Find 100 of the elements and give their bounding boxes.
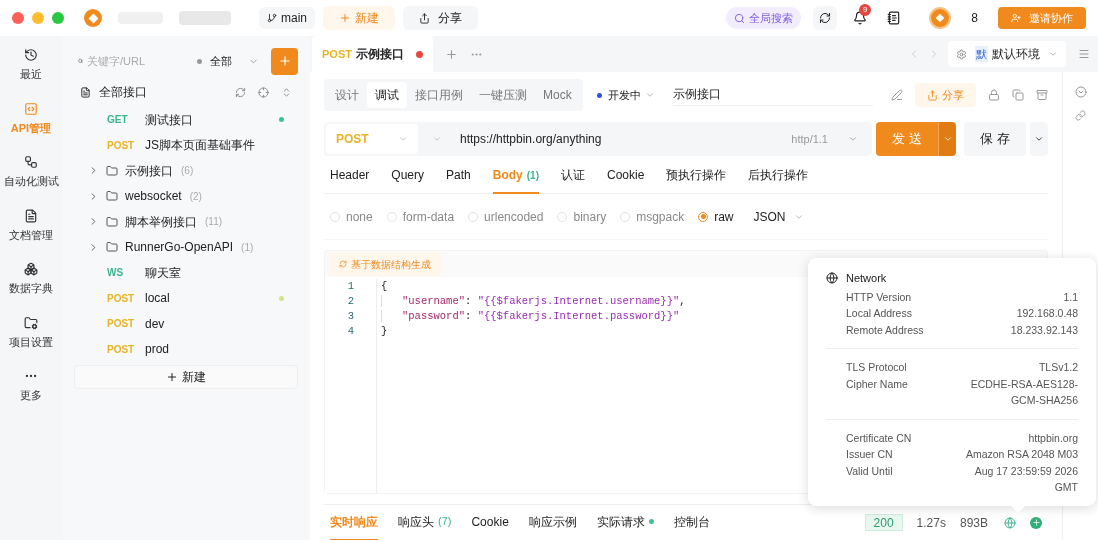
response-time: 1.27s xyxy=(916,514,946,532)
info-value: TLSv1.2 xyxy=(1038,360,1078,375)
folder-item[interactable]: 脚本举例接口 (11) xyxy=(74,209,298,235)
nav-item[interactable]: 项目设置 xyxy=(9,315,53,350)
globe-icon[interactable] xyxy=(1004,516,1016,529)
folder-icon xyxy=(106,164,118,177)
branch-button[interactable]: main xyxy=(259,7,315,29)
send-options-button[interactable] xyxy=(938,122,956,156)
search-input[interactable]: 关键字/URL xyxy=(87,52,177,70)
mode-tab[interactable]: 接口用例 xyxy=(407,82,471,108)
code-line: } xyxy=(381,324,389,339)
mode-tab[interactable]: Mock xyxy=(535,82,580,108)
request-tab[interactable]: POST 示例接口 xyxy=(312,36,433,72)
boxes-icon xyxy=(24,262,38,276)
info-value: 18.233.92.143 xyxy=(1010,322,1078,338)
menu-icon[interactable] xyxy=(1078,48,1090,60)
environment-dropdown[interactable]: 默 默认环境 xyxy=(948,41,1066,67)
info-label: TLS Protocol xyxy=(846,360,907,375)
refresh-icon xyxy=(339,260,347,268)
archive-icon[interactable] xyxy=(1036,89,1048,101)
param-tab[interactable]: Path xyxy=(446,157,471,194)
response-tab[interactable]: 响应头 (7) xyxy=(398,504,452,540)
folder-item[interactable]: 示例接口 (6) xyxy=(74,158,298,184)
minimize-window-button[interactable] xyxy=(32,12,44,24)
mode-tab[interactable]: 调试 xyxy=(367,82,407,108)
branch-icon xyxy=(267,13,277,23)
nav-item[interactable]: 最近 xyxy=(20,48,42,83)
document-icon xyxy=(24,208,38,223)
chevron-icon xyxy=(848,134,858,144)
param-tab[interactable]: Header xyxy=(330,157,370,194)
locate-icon[interactable] xyxy=(258,86,269,98)
popover-title: Network xyxy=(846,271,887,286)
nav-item[interactable]: 更多 xyxy=(20,369,42,404)
folder-item[interactable]: RunnerGo-OpenAPI (1) xyxy=(74,234,298,260)
lock-icon[interactable] xyxy=(988,89,1000,101)
all-interfaces-item[interactable]: 全部接口 xyxy=(80,83,147,101)
url-field[interactable]: https://httpbin.org/anything xyxy=(460,130,792,148)
response-tab[interactable]: 控制台 xyxy=(673,504,710,540)
mode-tab[interactable]: 一键压测 xyxy=(471,82,535,108)
sync-button[interactable] xyxy=(813,6,838,30)
param-tab[interactable]: 预执行操作 xyxy=(666,157,727,194)
request-item[interactable]: WS 聊天室 xyxy=(107,263,181,282)
notes-icon[interactable] xyxy=(887,11,902,25)
info-value: 192.168.0.48 xyxy=(1016,306,1078,321)
request-item[interactable]: POST prod xyxy=(107,340,170,359)
global-search-button[interactable]: 全局搜索 xyxy=(726,7,802,29)
nav-item[interactable]: 数据字典 xyxy=(9,262,53,297)
info-label: Certificate CN xyxy=(846,430,912,446)
info-label: Remote Address xyxy=(846,322,924,338)
param-tab[interactable]: 认证 xyxy=(560,157,585,194)
param-tab[interactable]: Query xyxy=(391,157,425,194)
nav-item[interactable]: 自动化测试 xyxy=(3,155,59,190)
chevron-icon[interactable] xyxy=(432,134,442,144)
edit-icon[interactable] xyxy=(891,89,903,101)
user-plus-icon xyxy=(1011,13,1021,23)
response-tab[interactable]: 响应示例 xyxy=(528,504,577,540)
share-icon xyxy=(419,12,430,24)
info-label: Cipher Name xyxy=(846,376,908,392)
folder-item[interactable]: websocket (2) xyxy=(74,183,298,209)
add-tab-icon[interactable] xyxy=(444,47,458,61)
request-item[interactable]: POST local xyxy=(107,289,170,308)
status-code: 200 xyxy=(864,514,903,531)
close-window-button[interactable] xyxy=(12,12,24,24)
user-avatar[interactable] xyxy=(929,7,952,29)
save-options-button[interactable] xyxy=(1030,122,1048,156)
mode-tab[interactable]: 设计 xyxy=(327,82,367,108)
copy-icon[interactable] xyxy=(1012,89,1024,101)
param-tab[interactable]: 后执行操作 xyxy=(748,157,809,194)
chevron-icon xyxy=(1048,49,1058,59)
info-value: 1.1 xyxy=(1063,289,1078,305)
add-button[interactable] xyxy=(271,47,298,75)
format-dropdown[interactable]: JSON xyxy=(753,207,804,226)
radio-label: binary xyxy=(573,208,607,226)
response-tab[interactable]: Cookie xyxy=(471,504,509,540)
folder-icon xyxy=(106,241,118,254)
request-item[interactable]: GET 测试接口 xyxy=(107,110,193,129)
collapse-icon[interactable] xyxy=(281,86,292,98)
nav-item[interactable]: 文档管理 xyxy=(9,208,53,243)
info-label: HTTP Version xyxy=(846,289,912,305)
request-item[interactable]: POST dev xyxy=(107,314,165,333)
response-tab[interactable]: 实际请求 xyxy=(596,504,654,540)
notification-icon[interactable] xyxy=(853,11,868,25)
param-tab[interactable]: Cookie xyxy=(606,157,645,194)
folder-icon xyxy=(106,215,118,228)
request-item[interactable]: POST JS脚本页面基础事件 xyxy=(107,136,255,155)
expand-icon[interactable] xyxy=(1074,86,1087,98)
link-icon[interactable] xyxy=(1075,110,1086,121)
refresh-icon[interactable] xyxy=(235,86,246,98)
share-button[interactable]: 分享 xyxy=(403,6,478,30)
chevron-icon xyxy=(1034,134,1044,144)
maximize-window-button[interactable] xyxy=(52,12,64,24)
line-number: 4 xyxy=(347,324,354,339)
api-name-field[interactable]: 示例接口 xyxy=(672,84,873,106)
workflow-icon xyxy=(24,155,38,169)
status-dropdown[interactable]: 开发中 xyxy=(607,86,655,104)
filter-dropdown[interactable]: 全部 xyxy=(193,48,263,74)
save-button[interactable]: 保 存 xyxy=(964,122,1026,156)
new-item-button[interactable]: 新建 xyxy=(74,365,298,389)
radio-label: msgpack xyxy=(636,208,685,226)
info-value: Aug 17 23:59:59 2026 GMT xyxy=(973,463,1078,495)
